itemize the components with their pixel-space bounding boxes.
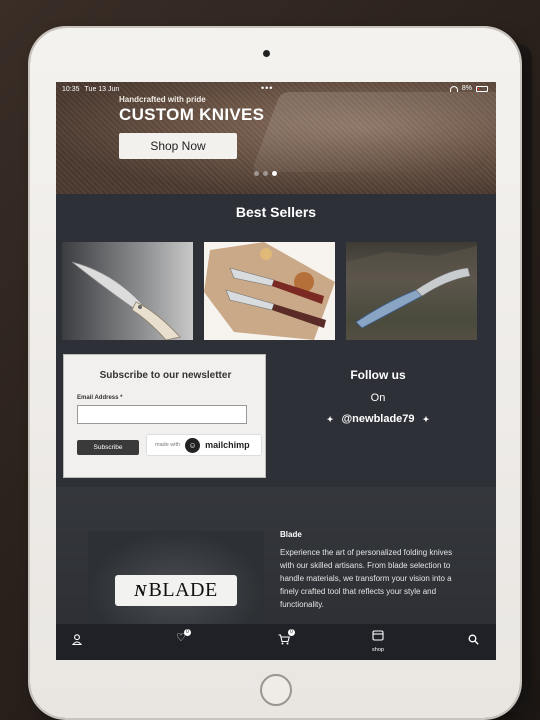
status-time: 10:35 xyxy=(62,85,80,93)
follow-us-heading: Follow us xyxy=(350,368,406,382)
wifi-icon xyxy=(449,85,458,92)
front-camera xyxy=(263,50,270,57)
sparkle-icon: ✦ xyxy=(422,415,430,424)
mailchimp-wordmark: mailchimp xyxy=(205,440,250,450)
email-label: Email Address * xyxy=(77,395,122,401)
follow-on-text: On xyxy=(370,392,386,404)
multitask-dots[interactable]: ••• xyxy=(261,83,273,93)
battery-icon xyxy=(476,85,488,92)
product-card-1[interactable] xyxy=(62,242,193,340)
newsletter-panel: Subscribe to our newsletter Email Addres… xyxy=(63,354,266,478)
made-with-text: made with xyxy=(155,442,181,448)
battery-percent: 8% xyxy=(461,85,472,92)
cart-count-badge: 0 xyxy=(288,629,295,636)
about-heading: Blade xyxy=(280,530,302,539)
wishlist-nav-item[interactable]: ♡ 0 xyxy=(176,629,191,644)
carousel-dot-3[interactable] xyxy=(272,171,277,176)
account-nav-item[interactable] xyxy=(71,632,83,650)
blade-logo-text: BLADE xyxy=(148,579,218,601)
tablet-screen: Handcrafted with pride CUSTOM KNIVES Sho… xyxy=(56,82,496,660)
best-sellers-heading: Best Sellers xyxy=(235,204,317,220)
subscribe-button[interactable]: Subscribe xyxy=(77,440,139,455)
sparkle-icon: ✦ xyxy=(326,415,334,424)
shop-nav-item[interactable]: shop xyxy=(372,628,384,653)
social-handle-link[interactable]: @newblade79 xyxy=(341,413,414,425)
wishlist-count-badge: 0 xyxy=(183,629,191,636)
product-card-2[interactable] xyxy=(204,242,335,340)
carousel-dot-2[interactable] xyxy=(263,171,268,176)
email-input[interactable] xyxy=(77,405,247,424)
email-label-text: Email Address xyxy=(77,395,119,401)
mailchimp-badge[interactable]: made with ☺ mailchimp xyxy=(146,434,262,456)
newsletter-title: Subscribe to our newsletter xyxy=(99,370,232,381)
product-image-folding-knife xyxy=(71,261,181,340)
bottom-nav: ♡ 0 0 shop xyxy=(56,624,496,660)
carousel-dot-1[interactable] xyxy=(254,171,259,176)
hero-title: CUSTOM KNIVES xyxy=(119,105,265,124)
hero-knife-image xyxy=(251,92,496,172)
blade-logo-mark: N xyxy=(134,580,147,600)
blade-logo: N BLADE xyxy=(115,575,237,606)
hero-kicker: Handcrafted with pride xyxy=(119,95,206,104)
user-icon xyxy=(71,634,83,646)
required-marker: * xyxy=(120,395,123,401)
product-card-3[interactable] xyxy=(346,242,477,340)
search-nav-item[interactable] xyxy=(468,632,479,650)
cart-nav-item[interactable]: 0 xyxy=(278,629,295,650)
home-button[interactable] xyxy=(260,674,292,706)
product-image-knife-on-rock xyxy=(346,246,477,340)
about-text: Experience the art of personalized foldi… xyxy=(280,548,453,609)
status-date: Tue 13 Jun xyxy=(84,85,120,93)
product-image-two-knives xyxy=(204,242,335,340)
hero-banner: Handcrafted with pride CUSTOM KNIVES Sho… xyxy=(56,82,496,194)
search-icon xyxy=(468,634,479,645)
cart-icon xyxy=(278,634,291,645)
social-handle-row: ✦ @newblade79 ✦ xyxy=(278,413,478,425)
shop-label: shop xyxy=(372,647,384,653)
shop-now-button[interactable]: Shop Now xyxy=(119,133,237,159)
status-bar: 10:35 Tue 13 Jun ••• 8% xyxy=(56,82,496,96)
shop-icon xyxy=(372,630,384,641)
carousel-dots xyxy=(254,171,277,176)
mailchimp-icon: ☺ xyxy=(185,437,201,453)
